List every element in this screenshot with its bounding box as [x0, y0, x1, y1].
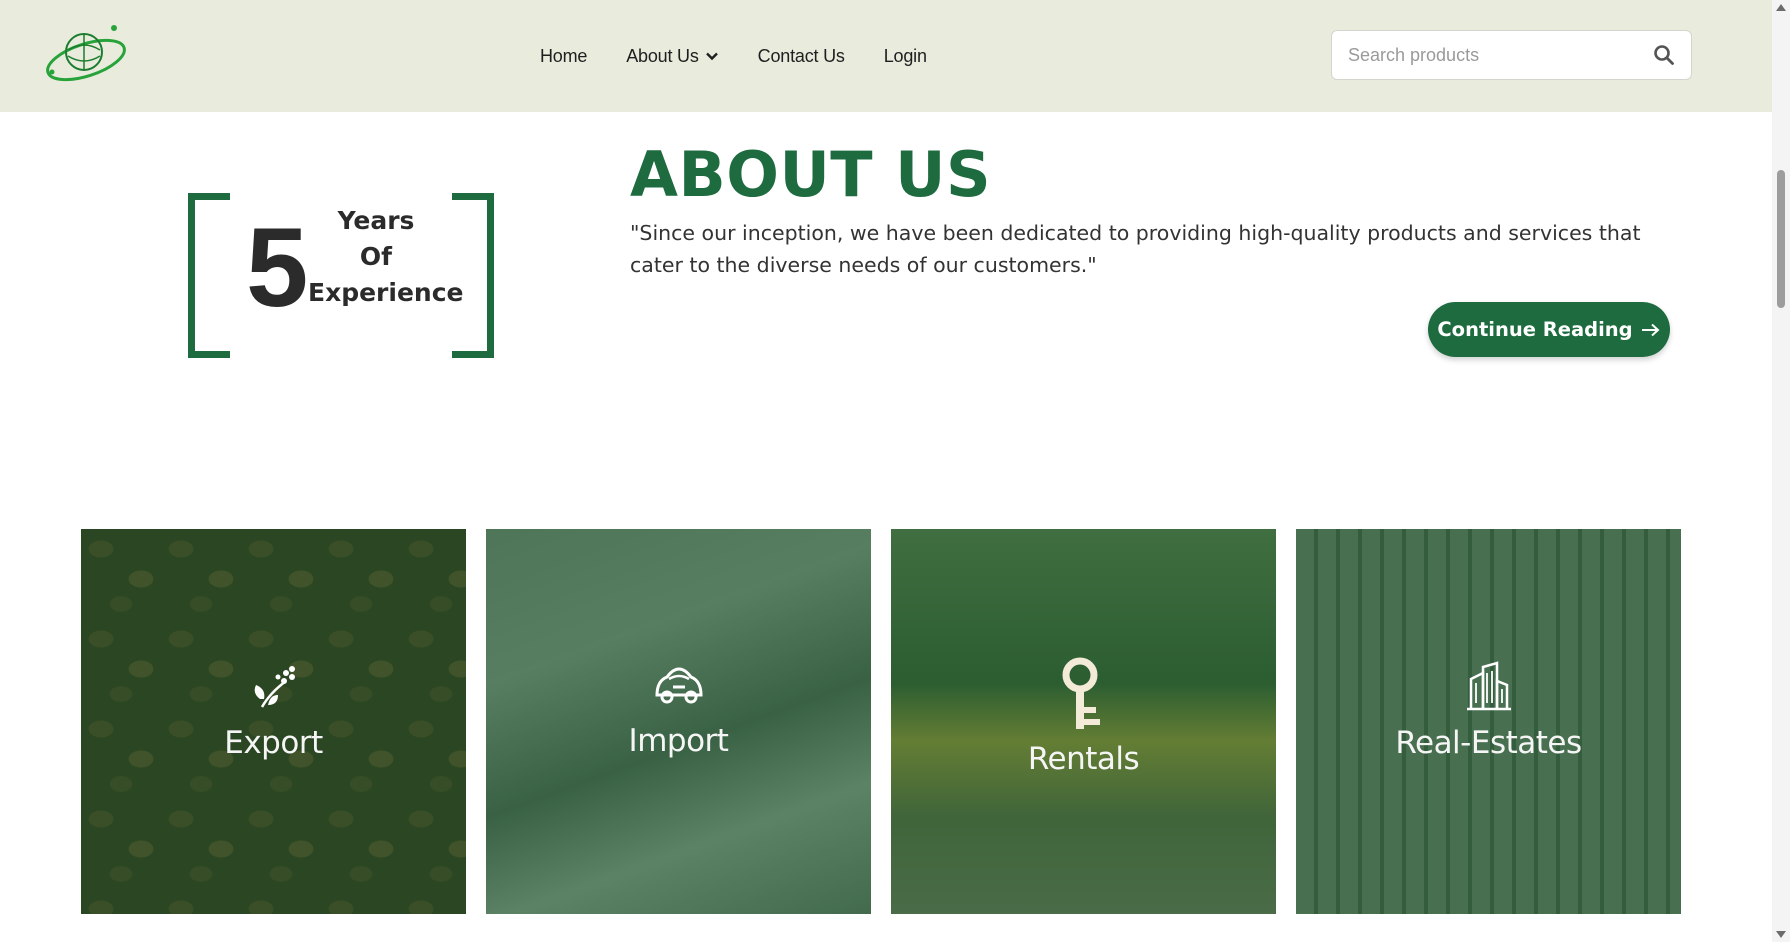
experience-caption: Years Of Experience: [308, 203, 464, 311]
nav-about-dropdown[interactable]: About Us: [626, 46, 718, 67]
about-title: ABOUT US: [630, 138, 992, 211]
experience-years-number: 5: [246, 205, 309, 330]
continue-reading-label: Continue Reading: [1437, 318, 1633, 341]
scroll-thumb[interactable]: [1777, 170, 1785, 308]
about-quote: "Since our inception, we have been dedic…: [630, 221, 1641, 277]
card-export-label: Export: [224, 725, 323, 761]
nav-home-label: Home: [540, 45, 588, 66]
card-import-label: Import: [628, 723, 729, 759]
card-real-estates[interactable]: Real-Estates: [1296, 529, 1681, 914]
car-icon: [654, 667, 703, 704]
card-export[interactable]: Export: [81, 529, 466, 914]
nav-about-label: About Us: [626, 45, 699, 66]
nav-contact[interactable]: Contact Us: [758, 46, 845, 67]
card-real-estates-label: Real-Estates: [1395, 725, 1582, 761]
service-cards: Export Import Rentals Real-Estates: [81, 529, 1681, 914]
experience-badge: 5 Years Of Experience: [188, 193, 494, 358]
card-import[interactable]: Import: [486, 529, 871, 914]
key-icon: [1062, 657, 1100, 729]
experience-line-3: Experience: [308, 278, 464, 307]
page-scrollbar[interactable]: [1772, 0, 1790, 942]
experience-line-1: Years: [337, 206, 415, 235]
search-icon[interactable]: [1653, 44, 1675, 66]
nav-home[interactable]: Home: [540, 46, 587, 67]
arrow-right-icon: [1641, 323, 1660, 336]
scroll-down-arrow-icon[interactable]: [1776, 931, 1786, 938]
main-nav: Home About Us Contact Us Login: [540, 0, 927, 112]
scroll-up-arrow-icon[interactable]: [1776, 4, 1786, 11]
nav-login-label: Login: [883, 45, 927, 66]
left-bracket: [188, 193, 230, 358]
site-header: Home About Us Contact Us Login: [0, 0, 1772, 112]
search-input[interactable]: [1332, 31, 1653, 79]
search-box: [1331, 30, 1692, 80]
company-logo[interactable]: [44, 20, 128, 88]
nav-login[interactable]: Login: [884, 46, 927, 67]
buildings-icon: [1466, 661, 1511, 711]
coffee-plant-icon: [254, 666, 295, 708]
card-rentals-label: Rentals: [1027, 741, 1140, 777]
nav-contact-label: Contact Us: [757, 45, 845, 66]
chevron-down-icon: [705, 52, 718, 61]
right-bracket: [452, 193, 494, 358]
continue-reading-button[interactable]: Continue Reading: [1428, 302, 1670, 357]
card-rentals[interactable]: Rentals: [891, 529, 1276, 914]
experience-line-2: Of: [359, 242, 393, 271]
